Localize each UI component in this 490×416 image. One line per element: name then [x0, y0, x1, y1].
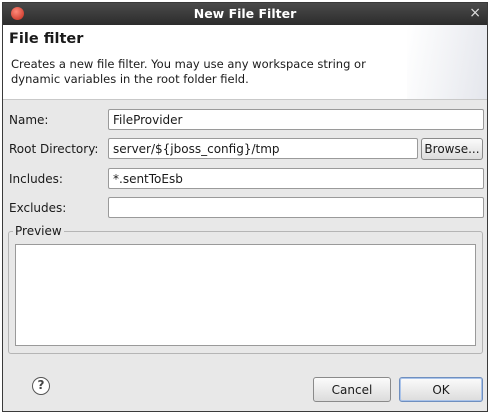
- name-field[interactable]: [108, 109, 484, 130]
- preview-group: Preview: [8, 224, 483, 354]
- root-directory-row: Root Directory: Browse...: [3, 138, 487, 160]
- header-banner-art: [407, 25, 487, 99]
- dialog-heading: File filter: [9, 31, 84, 47]
- preview-area[interactable]: [15, 244, 476, 346]
- root-directory-label: Root Directory:: [9, 142, 99, 156]
- browse-button[interactable]: Browse...: [421, 138, 483, 160]
- dialog-description: Creates a new file filter. You may use a…: [11, 57, 366, 86]
- new-file-filter-dialog: New File Filter × File filter Creates a …: [2, 2, 488, 412]
- preview-label: Preview: [13, 224, 64, 238]
- excludes-label: Excludes:: [9, 201, 67, 215]
- name-row: Name:: [3, 109, 487, 131]
- close-icon[interactable]: ×: [469, 5, 481, 21]
- ok-button[interactable]: OK: [399, 377, 483, 402]
- dialog-header: File filter Creates a new file filter. Y…: [3, 25, 487, 100]
- root-directory-field[interactable]: [108, 138, 418, 159]
- cancel-button[interactable]: Cancel: [313, 377, 391, 402]
- excludes-row: Excludes:: [3, 197, 487, 219]
- includes-row: Includes:: [3, 168, 487, 190]
- window-title: New File Filter: [193, 6, 297, 21]
- includes-label: Includes:: [9, 172, 63, 186]
- help-icon[interactable]: ?: [32, 377, 50, 395]
- title-bar[interactable]: New File Filter ×: [3, 3, 487, 25]
- includes-field[interactable]: [108, 168, 484, 189]
- excludes-field[interactable]: [108, 197, 484, 218]
- name-label: Name:: [9, 113, 49, 127]
